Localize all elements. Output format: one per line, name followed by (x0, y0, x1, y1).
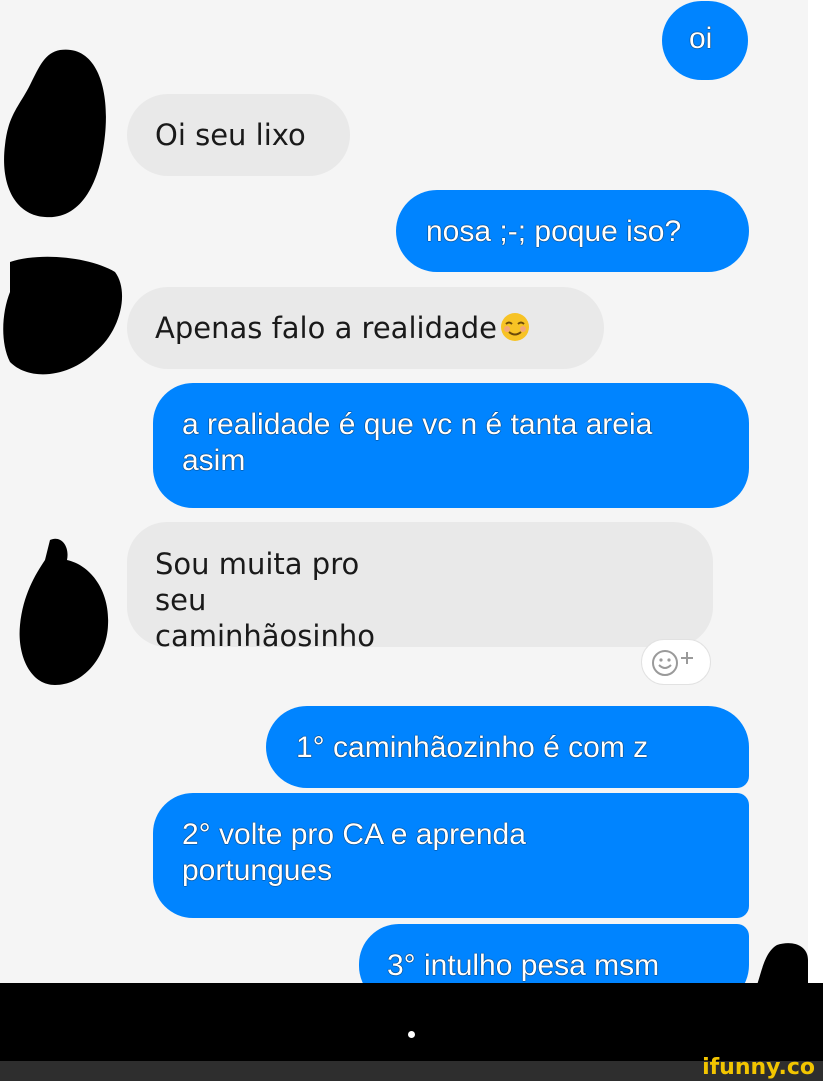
message-text: 3° intulho pesa msm (387, 949, 660, 982)
sent-message[interactable]: oi (662, 1, 748, 80)
redacted-avatar (19, 538, 109, 685)
sent-message[interactable]: 2° volte pro CA e aprenda portungues (153, 793, 749, 918)
sent-message[interactable]: 3° intulho pesa msm (359, 924, 749, 983)
sent-message[interactable]: 1° caminhãozinho é com z (266, 706, 749, 788)
sent-message[interactable]: a realidade é que vc n é tanta areia asi… (153, 383, 749, 508)
redacted-avatar (3, 256, 123, 375)
received-message[interactable]: Sou muita pro seu caminhãosinho (127, 522, 713, 653)
redacted-avatar (4, 49, 106, 218)
screen-edge (808, 0, 823, 983)
message-text: oi (689, 22, 713, 55)
message-text: 2° volte pro CA e aprenda portungues (182, 818, 526, 887)
message-text: Sou muita pro seu caminhãosinho (155, 547, 375, 653)
sent-message[interactable]: nosa ;-; poque iso? (396, 190, 749, 272)
add-reaction-button[interactable] (641, 639, 711, 685)
chat-thread[interactable]: oi Oi seu lixo nosa ;-; poque iso? Apena… (0, 0, 808, 983)
add-reaction-icon (652, 650, 693, 676)
redacted-avatar (757, 943, 808, 983)
watermark-bar (0, 1061, 823, 1081)
ifunny-watermark: ifunny.co (702, 1055, 815, 1080)
received-message[interactable]: Oi seu lixo (127, 94, 350, 176)
page-indicator-dot (408, 1031, 415, 1038)
message-text: Oi seu lixo (155, 118, 306, 152)
received-message[interactable]: Apenas falo a realidade (127, 287, 604, 369)
message-text: a realidade é que vc n é tanta areia asi… (182, 408, 653, 477)
message-text: 1° caminhãozinho é com z (296, 731, 649, 764)
message-text: nosa ;-; poque iso? (426, 215, 682, 248)
relieved-face-emoji-icon (501, 313, 529, 341)
message-text: Apenas falo a realidade (155, 311, 497, 345)
